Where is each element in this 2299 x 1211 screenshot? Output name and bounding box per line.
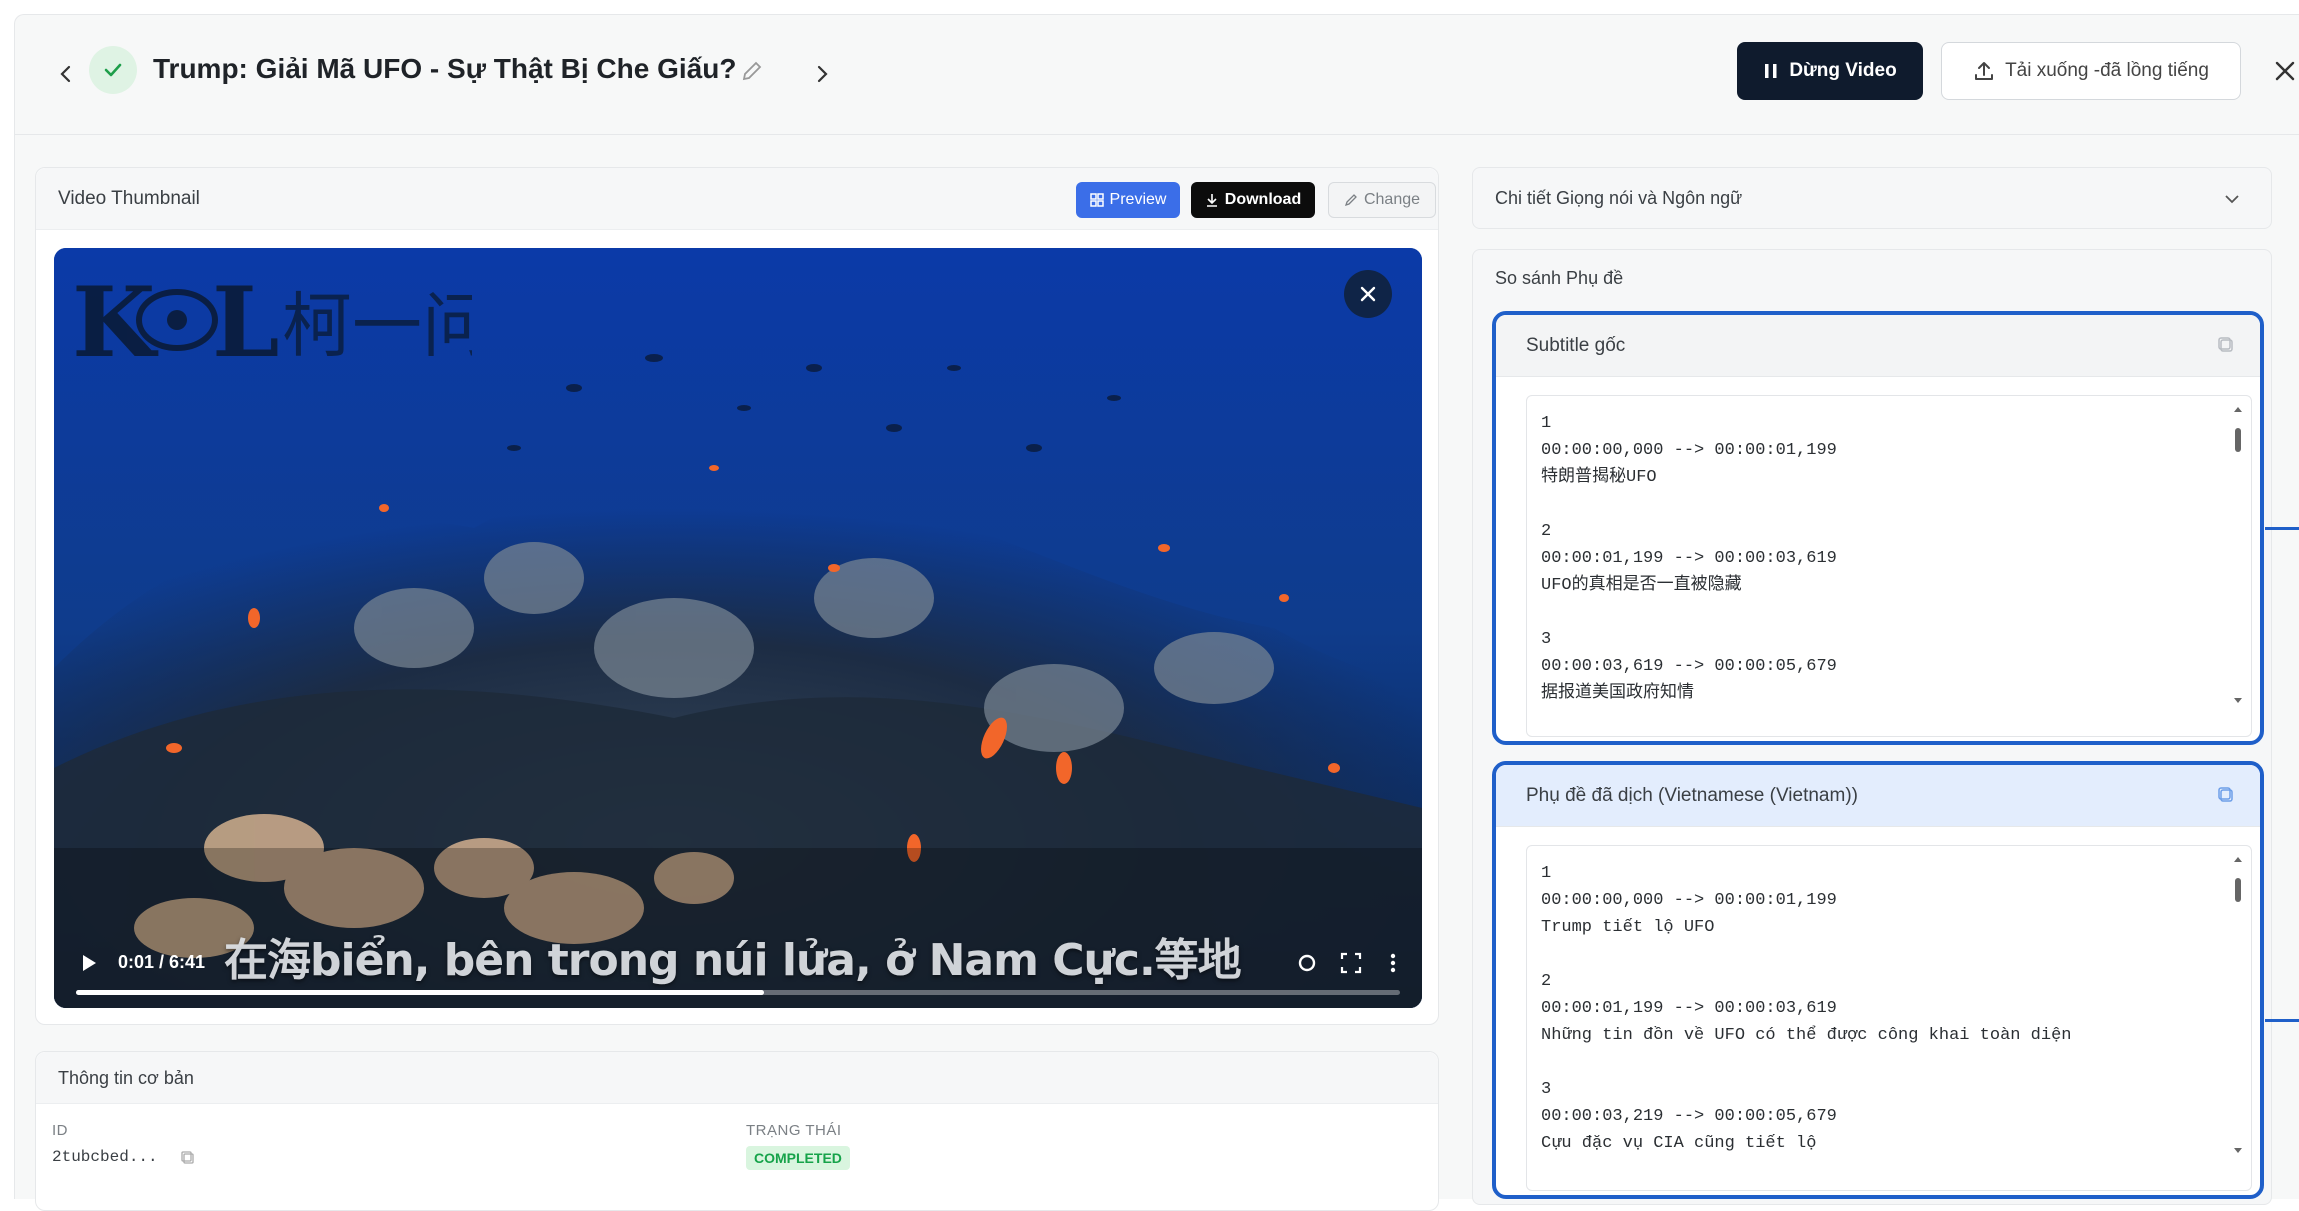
video-thumbnail-label: Video Thumbnail — [58, 188, 200, 209]
header: Trump: Giải Mã UFO - Sự Thật Bị Che Giấu… — [15, 15, 2299, 135]
video-controls: 0:01 / 6:41 — [54, 938, 1422, 1008]
svg-text:K: K — [72, 266, 159, 378]
watermark-logo: K L 柯一问 — [72, 258, 492, 383]
more-vertical-icon[interactable] — [1380, 950, 1406, 976]
page-title: Trump: Giải Mã UFO - Sự Thật Bị Che Giấu… — [153, 53, 737, 84]
app-window: Trump: Giải Mã UFO - Sự Thật Bị Che Giấu… — [14, 14, 2299, 1211]
pause-icon — [1765, 64, 1777, 78]
panel-connector — [2265, 1019, 2299, 1022]
stop-video-label: Dừng Video — [1789, 60, 1897, 81]
voice-language-accordion[interactable]: Chi tiết Giọng nói và Ngôn ngữ — [1472, 167, 2272, 229]
svg-text:L: L — [212, 266, 280, 378]
original-subtitle-label: Subtitle gốc — [1526, 335, 1626, 356]
logo-text: 柯一问 — [282, 285, 472, 367]
time-display: 0:01 / 6:41 — [118, 952, 206, 972]
close-icon[interactable] — [2271, 57, 2299, 85]
pencil-icon[interactable] — [740, 59, 764, 83]
preview-button[interactable]: Preview — [1076, 182, 1180, 218]
original-subtitle-panel: Subtitle gốc 1 00:00:00,000 --> 00:00:01… — [1492, 311, 2264, 745]
chevron-right-icon — [817, 65, 828, 83]
status-check — [89, 46, 137, 94]
panel-connector — [2265, 527, 2299, 530]
original-subtitle-lines: 1 00:00:00,000 --> 00:00:01,199 特朗普揭秘UFO… — [1541, 414, 1837, 703]
copy-icon[interactable] — [2216, 335, 2236, 355]
translated-subtitle-panel: Phụ đề đã dịch (Vietnamese (Vietnam)) 1 … — [1492, 761, 2264, 1199]
download-button[interactable]: Download — [1191, 182, 1315, 218]
chevron-left-icon — [60, 65, 71, 83]
video-thumbnail-card: Video Thumbnail Preview Download Change — [35, 167, 1439, 1025]
translated-subtitle-header: Phụ đề đã dịch (Vietnamese (Vietnam)) — [1496, 765, 2260, 827]
fullscreen-icon[interactable] — [1338, 950, 1364, 976]
original-subtitle-text[interactable]: 1 00:00:00,000 --> 00:00:01,199 特朗普揭秘UFO… — [1526, 395, 2252, 737]
change-label: Change — [1363, 191, 1421, 208]
basic-info-label: Thông tin cơ bản — [58, 1068, 194, 1088]
upload-icon — [1975, 62, 1994, 80]
voice-language-label: Chi tiết Giọng nói và Ngôn ngữ — [1495, 188, 1743, 208]
id-label: ID — [52, 1122, 68, 1139]
translated-subtitle-label: Phụ đề đã dịch (Vietnamese (Vietnam)) — [1526, 785, 1858, 806]
status-label: TRẠNG THÁI — [746, 1122, 842, 1139]
scrollbar[interactable] — [2231, 404, 2245, 706]
copy-icon[interactable] — [180, 1150, 196, 1166]
translated-subtitle-lines: 1 00:00:00,000 --> 00:00:01,199 Trump ti… — [1541, 864, 2072, 1153]
download-dubbed-label: Tải xuống -đã lồng tiếng — [2005, 60, 2209, 81]
video-close-button[interactable] — [1344, 270, 1392, 318]
download-label: Download — [1224, 191, 1302, 208]
subtitle-compare-label: So sánh Phụ đề — [1495, 268, 1624, 288]
volume-icon[interactable] — [1294, 950, 1320, 976]
check-icon — [104, 63, 122, 77]
forward-button[interactable] — [807, 59, 837, 89]
download-icon — [1206, 194, 1217, 207]
translated-subtitle-text[interactable]: 1 00:00:00,000 --> 00:00:01,199 Trump ti… — [1526, 845, 2252, 1191]
stop-video-button[interactable]: Dừng Video — [1737, 42, 1923, 100]
basic-info-card: Thông tin cơ bản ID 2tubcbed... TRẠNG TH… — [35, 1051, 1439, 1211]
preview-label: Preview — [1109, 191, 1167, 208]
grid-icon — [1089, 193, 1104, 207]
basic-info-header: Thông tin cơ bản — [36, 1052, 1438, 1104]
download-dubbed-button[interactable]: Tải xuống -đã lồng tiếng — [1941, 42, 2241, 100]
kol-logo-icon: K L 柯一问 — [72, 266, 492, 379]
video-player[interactable]: K L 柯一问 在海biển, bên trong núi lửa, ở Nam… — [54, 248, 1422, 1008]
pencil-icon — [1344, 194, 1357, 207]
play-icon[interactable] — [78, 952, 100, 974]
id-value: 2tubcbed... — [52, 1148, 158, 1166]
close-icon — [1360, 286, 1376, 302]
progress-fill — [76, 990, 765, 995]
chevron-down-icon — [2225, 195, 2239, 204]
back-button[interactable] — [51, 59, 81, 89]
original-subtitle-header: Subtitle gốc — [1496, 315, 2260, 377]
scrollbar[interactable] — [2231, 854, 2245, 1156]
change-button[interactable]: Change — [1328, 182, 1436, 218]
progress-bar[interactable] — [76, 990, 1400, 995]
status-badge: COMPLETED — [746, 1146, 850, 1170]
video-thumbnail-header: Video Thumbnail Preview Download Change — [36, 168, 1438, 230]
copy-icon[interactable] — [2216, 785, 2236, 805]
